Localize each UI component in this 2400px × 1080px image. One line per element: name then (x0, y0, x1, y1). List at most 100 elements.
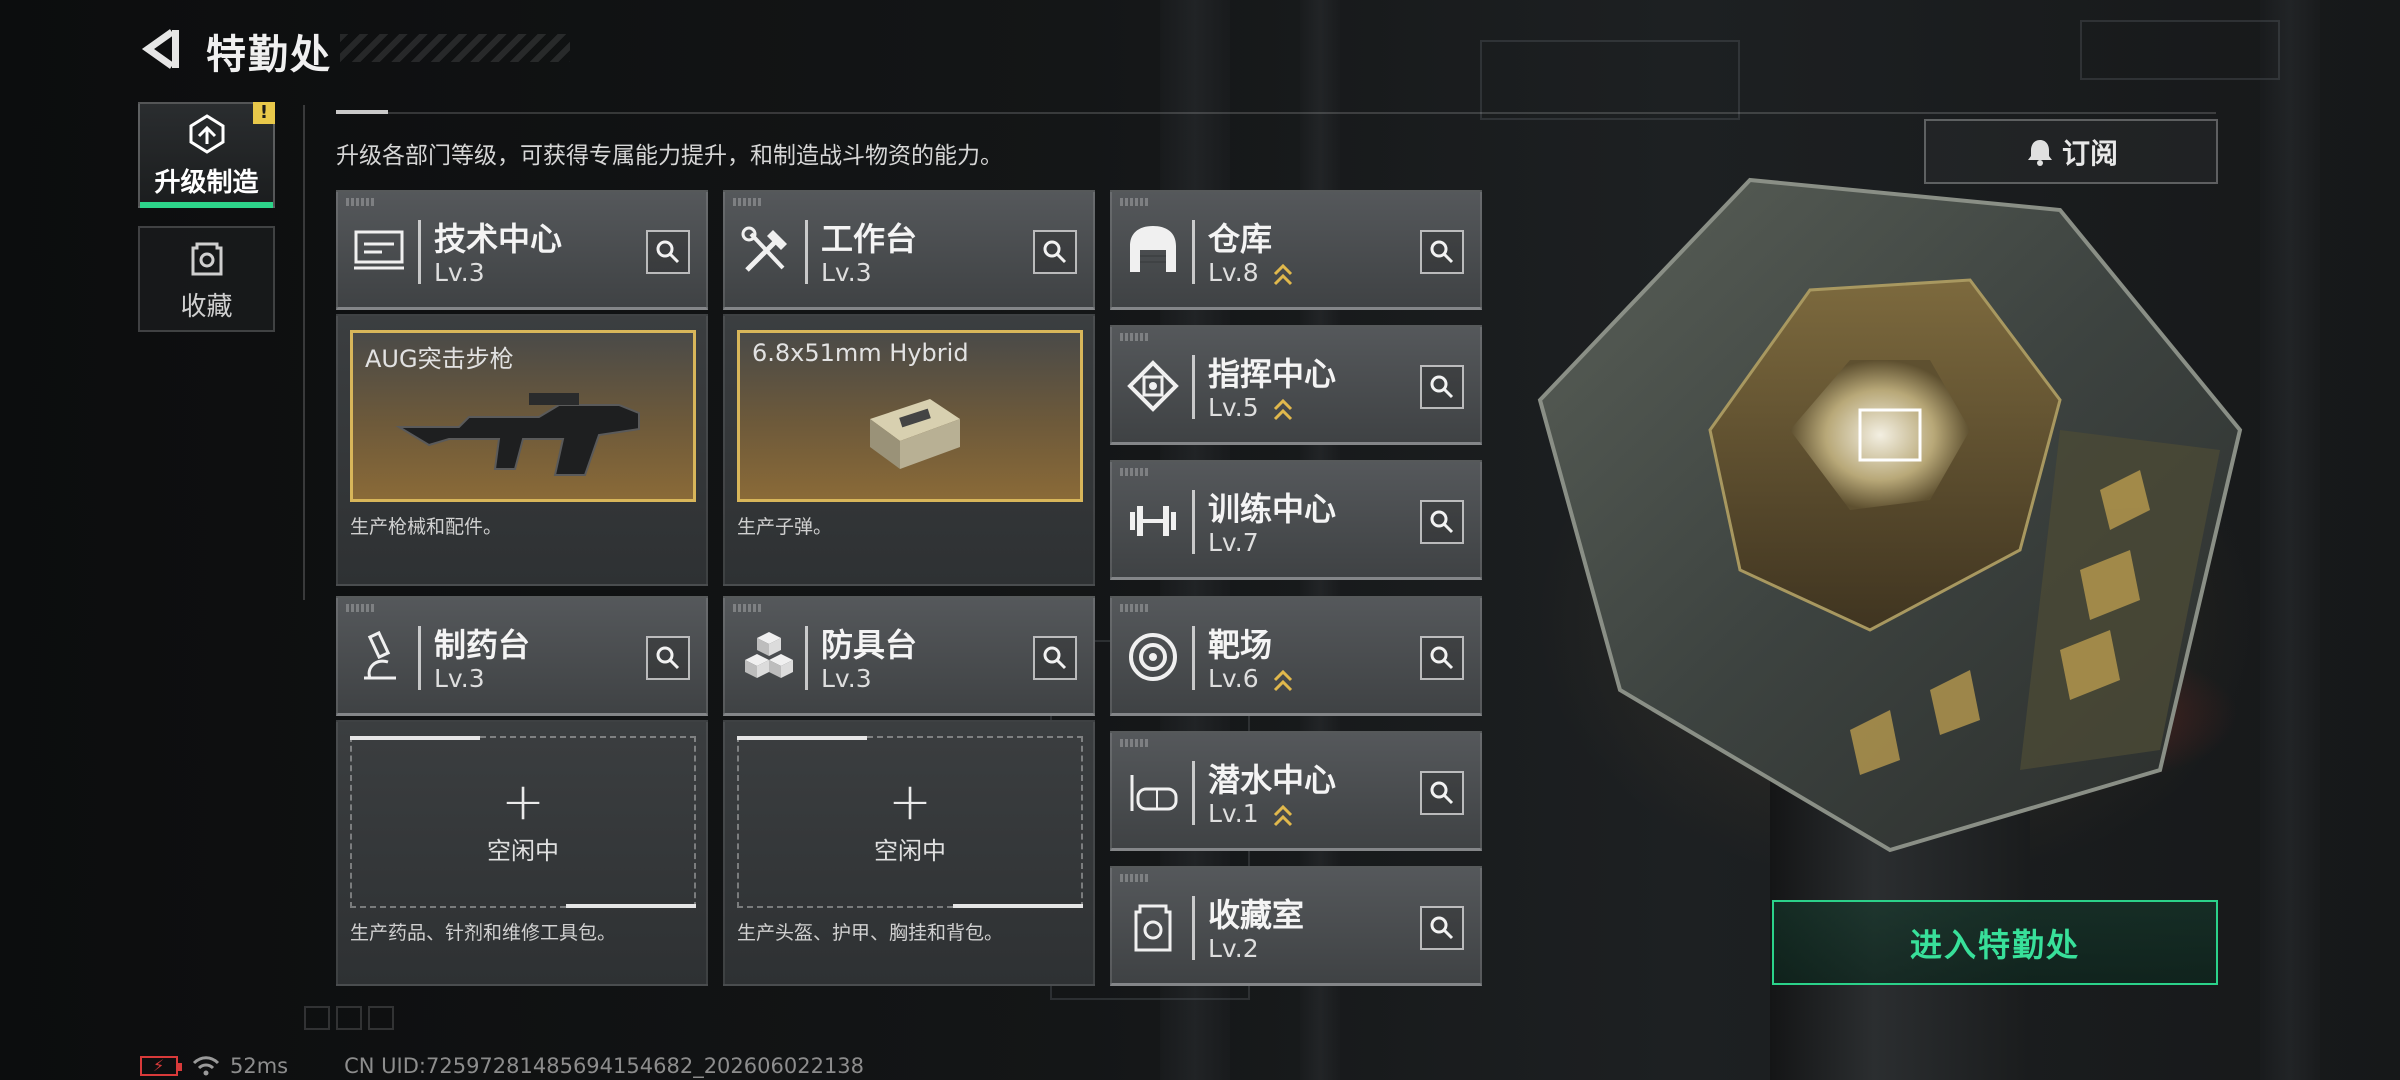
tab-collection[interactable]: 收藏 (138, 226, 275, 332)
search-button[interactable] (1420, 906, 1464, 950)
search-icon (1430, 646, 1454, 670)
dumbbell-icon (1130, 506, 1176, 536)
item-name: 6.8x51mm Hybrid (752, 339, 969, 367)
search-button[interactable] (1033, 230, 1077, 274)
facility-level: Lv.2 (1208, 934, 1259, 963)
idle-label: 空闲中 (874, 836, 946, 865)
subscribe-button[interactable]: 订阅 (1924, 119, 2218, 184)
facility-card-armor[interactable]: 防具台 Lv.3 (723, 596, 1095, 716)
facility-card-command-center[interactable]: 指挥中心 Lv.5 (1110, 325, 1482, 445)
upgrade-chevron-icon (1273, 398, 1292, 421)
plus-icon: + (501, 771, 545, 832)
tech-center-icon (354, 230, 404, 270)
search-icon (1043, 646, 1067, 670)
search-button[interactable] (646, 636, 690, 680)
ammo-box-icon (870, 399, 960, 469)
facility-name: 收藏室 (1208, 896, 1305, 934)
search-button[interactable] (1420, 365, 1464, 409)
facility-level: Lv.3 (821, 664, 872, 693)
production-caption: 生产头盔、护甲、胸挂和背包。 (737, 922, 1004, 944)
idle-label: 空闲中 (487, 836, 559, 865)
title-decoration (340, 34, 570, 62)
rifle-icon (395, 393, 640, 476)
facility-level: Lv.7 (1208, 528, 1259, 557)
description-text: 升级各部门等级，可获得专属能力提升，和制造战斗物资的能力。 (336, 143, 1003, 169)
divider-accent (336, 110, 388, 114)
facility-name: 仓库 (1208, 220, 1273, 258)
facility-name: 制药台 (434, 626, 531, 664)
production-panel-pharmacy: + 空闲中 生产药品、针剂和维修工具包。 (336, 720, 708, 986)
microscope-icon (364, 630, 396, 680)
status-bar: ⚡ 52ms CN UID:7259728148569415468​2_2026… (140, 1054, 864, 1078)
facility-level: Lv.3 (434, 258, 485, 287)
facility-card-workbench[interactable]: 工作台 Lv.3 (723, 190, 1095, 310)
alert-icon: ! (253, 102, 275, 124)
search-button[interactable] (1420, 636, 1464, 680)
search-icon (1430, 510, 1454, 534)
collection-room-icon (1134, 904, 1172, 952)
footer-decoration (304, 1006, 394, 1030)
search-button[interactable] (1420, 230, 1464, 274)
search-button[interactable] (1420, 771, 1464, 815)
production-caption: 生产子弹。 (737, 516, 833, 538)
command-chip-icon (1127, 360, 1179, 412)
production-slot[interactable]: AUG突击步枪 (350, 330, 696, 502)
battery-icon: ⚡ (140, 1056, 182, 1076)
cube-sculpture (1537, 177, 2243, 853)
upgrade-chevron-icon (1273, 669, 1292, 692)
tools-icon (741, 226, 787, 272)
production-panel-workbench: 6.8x51mm Hybrid 生产子弹。 (723, 314, 1095, 586)
warehouse-icon (1130, 226, 1176, 272)
facility-level: Lv.5 (1208, 393, 1259, 422)
page-title: 特勤处 (206, 32, 332, 78)
back-arrow-icon[interactable] (138, 26, 184, 72)
facility-name: 潜水中心 (1208, 761, 1337, 799)
search-button[interactable] (646, 230, 690, 274)
facility-level: Lv.1 (1208, 799, 1259, 828)
facility-level: Lv.6 (1208, 664, 1259, 693)
facility-card-pharmacy[interactable]: 制药台 Lv.3 (336, 596, 708, 716)
facility-level: Lv.3 (821, 258, 872, 287)
facility-name: 靶场 (1208, 626, 1273, 664)
facility-card-shooting-range[interactable]: 靶场 Lv.6 (1110, 596, 1482, 716)
facility-level: Lv.8 (1208, 258, 1259, 287)
upgrade-icon (189, 113, 224, 154)
uid-text: CN UID:7259728148569415468​2_20260602213… (344, 1054, 865, 1078)
production-panel-tech-center: AUG突击步枪 生产枪械和配件。 (336, 314, 708, 586)
search-icon (1430, 375, 1454, 399)
facility-card-tech-center[interactable]: 技术中心 Lv.3 (336, 190, 708, 310)
plus-icon: + (888, 771, 932, 832)
facility-card-diving-center[interactable]: 潜水中心 Lv.1 (1110, 731, 1482, 851)
facility-card-warehouse[interactable]: 仓库 Lv.8 (1110, 190, 1482, 310)
search-button[interactable] (1033, 636, 1077, 680)
bell-icon (2027, 139, 2052, 166)
facility-card-training-center[interactable]: 训练中心 Lv.7 (1110, 460, 1482, 580)
diving-mask-icon (1130, 775, 1178, 811)
production-slot[interactable]: 6.8x51mm Hybrid (737, 330, 1083, 502)
divider (303, 105, 305, 600)
production-caption: 生产药品、针剂和维修工具包。 (350, 922, 617, 944)
item-name: AUG突击步枪 (365, 345, 514, 373)
facility-level: Lv.3 (434, 664, 485, 693)
subscribe-label: 订阅 (2061, 136, 2118, 170)
facility-card-collection-room[interactable]: 收藏室 Lv.2 (1110, 866, 1482, 986)
upgrade-chevron-icon (1273, 804, 1292, 827)
search-icon (1043, 240, 1067, 264)
idle-slot[interactable]: + 空闲中 (350, 736, 696, 908)
idle-slot[interactable]: + 空闲中 (737, 736, 1083, 908)
production-panel-armor: + 空闲中 生产头盔、护甲、胸挂和背包。 (723, 720, 1095, 986)
tab-upgrade-craft[interactable]: ! 升级制造 (138, 102, 275, 208)
search-button[interactable] (1420, 500, 1464, 544)
search-icon (656, 646, 680, 670)
production-caption: 生产枪械和配件。 (350, 516, 503, 538)
search-icon (1430, 781, 1454, 805)
target-icon (1129, 633, 1177, 681)
facility-name: 训练中心 (1208, 490, 1337, 528)
tab-label: 收藏 (180, 291, 233, 322)
facility-name: 技术中心 (434, 220, 563, 258)
facility-name: 防具台 (821, 626, 918, 664)
enter-special-ops-button[interactable]: 进入特勤处 (1772, 900, 2218, 985)
facility-name: 指挥中心 (1208, 355, 1337, 393)
divider (336, 112, 2216, 114)
search-icon (1430, 240, 1454, 264)
